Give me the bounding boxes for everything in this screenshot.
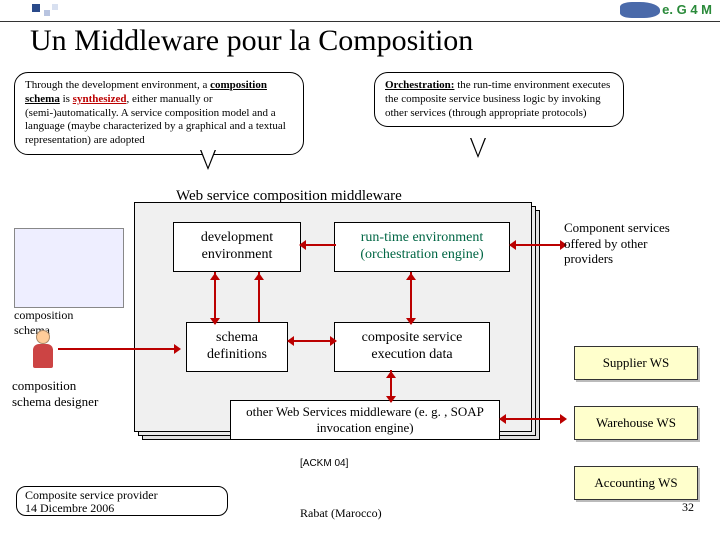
designer-icon bbox=[28, 330, 58, 374]
arrow bbox=[58, 348, 178, 350]
callout-tail bbox=[200, 150, 216, 170]
arrow bbox=[510, 244, 564, 246]
logo: e. G 4 M bbox=[662, 2, 712, 17]
callout-orchestration: Orchestration: the run-time environment … bbox=[374, 72, 624, 127]
footer-center: Rabat (Marocco) bbox=[300, 506, 382, 521]
map-icon bbox=[620, 2, 660, 18]
side-text-components: Component services offered by other prov… bbox=[564, 220, 694, 267]
provider-label: Composite service provider bbox=[25, 488, 158, 502]
box-schema-definitions: schema definitions bbox=[186, 322, 288, 372]
ws-supplier: Supplier WS bbox=[574, 346, 698, 380]
page-number: 32 bbox=[682, 500, 694, 515]
box-development-env: development environment bbox=[173, 222, 301, 272]
header-rule bbox=[0, 2, 720, 22]
accent-square bbox=[44, 10, 50, 16]
citation: [ACKM 04] bbox=[300, 458, 348, 469]
box-other-middleware: other Web Services middleware (e. g. , S… bbox=[230, 400, 500, 440]
designer-label: composition schema designer bbox=[12, 378, 112, 409]
callout-synthesis: Through the development environment, a c… bbox=[14, 72, 304, 155]
callout-tail bbox=[470, 138, 486, 158]
ws-accounting: Accounting WS bbox=[574, 466, 698, 500]
box-runtime-env: run-time environment (orchestration engi… bbox=[334, 222, 510, 272]
arrow bbox=[500, 418, 564, 420]
composition-schema-thumbnail bbox=[14, 228, 124, 308]
provider-callout: Composite service provider 14 Dicembre 2… bbox=[16, 486, 228, 516]
footer-date: 14 Dicembre 2006 bbox=[25, 501, 114, 515]
accent-square bbox=[32, 4, 40, 12]
accent-square bbox=[52, 4, 58, 10]
ws-warehouse: Warehouse WS bbox=[574, 406, 698, 440]
arrow bbox=[288, 340, 334, 342]
slide-title: Un Middleware pour la Composition bbox=[30, 24, 473, 58]
